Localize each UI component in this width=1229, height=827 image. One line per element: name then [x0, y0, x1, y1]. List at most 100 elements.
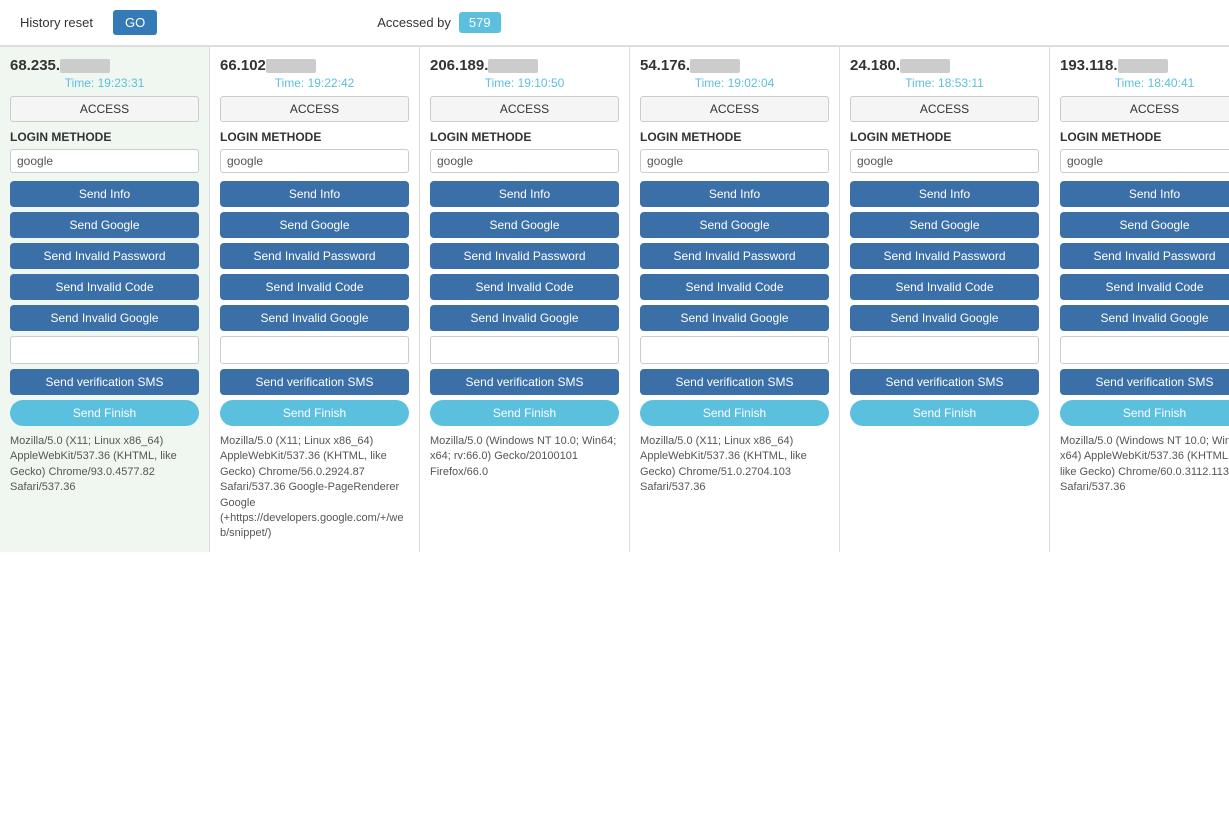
send-finish-button-1[interactable]: Send Finish — [220, 400, 409, 426]
user-agent-3: Mozilla/5.0 (X11; Linux x86_64) AppleWeb… — [640, 434, 829, 496]
user-agent-5: Mozilla/5.0 (Windows NT 10.0; Win64; x64… — [1060, 434, 1229, 496]
section-label-1: LOGIN METHODE — [220, 130, 409, 144]
column-1: 66.102 Time: 19:22:42 ACCESS LOGIN METHO… — [210, 47, 420, 552]
method-input-0[interactable] — [10, 149, 199, 173]
ip-address-5: 193.118. — [1060, 57, 1229, 74]
time-text-1: Time: 19:22:42 — [220, 76, 409, 90]
sms-input-1[interactable] — [220, 336, 409, 364]
send-invalid-code-button-1[interactable]: Send Invalid Code — [220, 274, 409, 300]
time-text-5: Time: 18:40:41 — [1060, 76, 1229, 90]
send-finish-button-4[interactable]: Send Finish — [850, 400, 1039, 426]
time-text-4: Time: 18:53:11 — [850, 76, 1039, 90]
send-finish-button-2[interactable]: Send Finish — [430, 400, 619, 426]
send-invalid-password-button-0[interactable]: Send Invalid Password — [10, 243, 199, 269]
send-invalid-google-button-5[interactable]: Send Invalid Google — [1060, 305, 1229, 331]
ip-address-3: 54.176. — [640, 57, 829, 74]
send-info-button-4[interactable]: Send Info — [850, 181, 1039, 207]
sms-input-2[interactable] — [430, 336, 619, 364]
send-finish-button-3[interactable]: Send Finish — [640, 400, 829, 426]
method-input-4[interactable] — [850, 149, 1039, 173]
method-input-2[interactable] — [430, 149, 619, 173]
access-button-1[interactable]: ACCESS — [220, 96, 409, 122]
column-4: 24.180. Time: 18:53:11 ACCESS LOGIN METH… — [840, 47, 1050, 552]
user-agent-1: Mozilla/5.0 (X11; Linux x86_64) AppleWeb… — [220, 434, 409, 542]
go-button[interactable]: GO — [113, 10, 157, 35]
send-invalid-code-button-0[interactable]: Send Invalid Code — [10, 274, 199, 300]
send-google-button-4[interactable]: Send Google — [850, 212, 1039, 238]
send-invalid-google-button-0[interactable]: Send Invalid Google — [10, 305, 199, 331]
send-invalid-google-button-2[interactable]: Send Invalid Google — [430, 305, 619, 331]
section-label-5: LOGIN METHODE — [1060, 130, 1229, 144]
send-invalid-password-button-5[interactable]: Send Invalid Password — [1060, 243, 1229, 269]
time-text-3: Time: 19:02:04 — [640, 76, 829, 90]
ip-address-1: 66.102 — [220, 57, 409, 74]
send-verification-sms-button-2[interactable]: Send verification SMS — [430, 369, 619, 395]
method-input-1[interactable] — [220, 149, 409, 173]
ip-address-2: 206.189. — [430, 57, 619, 74]
access-button-2[interactable]: ACCESS — [430, 96, 619, 122]
method-input-5[interactable] — [1060, 149, 1229, 173]
ip-blur-3 — [690, 59, 740, 73]
send-google-button-2[interactable]: Send Google — [430, 212, 619, 238]
history-reset-label: History reset — [20, 15, 93, 30]
top-bar: History reset GO Accessed by 579 — [0, 0, 1229, 46]
send-verification-sms-button-3[interactable]: Send verification SMS — [640, 369, 829, 395]
send-info-button-1[interactable]: Send Info — [220, 181, 409, 207]
send-invalid-code-button-5[interactable]: Send Invalid Code — [1060, 274, 1229, 300]
send-info-button-0[interactable]: Send Info — [10, 181, 199, 207]
send-invalid-code-button-4[interactable]: Send Invalid Code — [850, 274, 1039, 300]
column-3: 54.176. Time: 19:02:04 ACCESS LOGIN METH… — [630, 47, 840, 552]
send-invalid-password-button-3[interactable]: Send Invalid Password — [640, 243, 829, 269]
column-5: 193.118. Time: 18:40:41 ACCESS LOGIN MET… — [1050, 47, 1229, 552]
send-verification-sms-button-1[interactable]: Send verification SMS — [220, 369, 409, 395]
sms-input-3[interactable] — [640, 336, 829, 364]
send-finish-button-5[interactable]: Send Finish — [1060, 400, 1229, 426]
send-invalid-password-button-4[interactable]: Send Invalid Password — [850, 243, 1039, 269]
sms-input-5[interactable] — [1060, 336, 1229, 364]
send-google-button-3[interactable]: Send Google — [640, 212, 829, 238]
method-input-3[interactable] — [640, 149, 829, 173]
send-invalid-google-button-3[interactable]: Send Invalid Google — [640, 305, 829, 331]
send-google-button-5[interactable]: Send Google — [1060, 212, 1229, 238]
send-invalid-code-button-3[interactable]: Send Invalid Code — [640, 274, 829, 300]
access-button-0[interactable]: ACCESS — [10, 96, 199, 122]
section-label-4: LOGIN METHODE — [850, 130, 1039, 144]
send-invalid-password-button-1[interactable]: Send Invalid Password — [220, 243, 409, 269]
send-verification-sms-button-0[interactable]: Send verification SMS — [10, 369, 199, 395]
ip-blur-4 — [900, 59, 950, 73]
column-0: 68.235. Time: 19:23:31 ACCESS LOGIN METH… — [0, 47, 210, 552]
send-google-button-0[interactable]: Send Google — [10, 212, 199, 238]
send-info-button-5[interactable]: Send Info — [1060, 181, 1229, 207]
ip-blur-0 — [60, 59, 110, 73]
ip-blur-5 — [1118, 59, 1168, 73]
send-google-button-1[interactable]: Send Google — [220, 212, 409, 238]
ip-blur-1 — [266, 59, 316, 73]
section-label-0: LOGIN METHODE — [10, 130, 199, 144]
ip-address-4: 24.180. — [850, 57, 1039, 74]
send-invalid-google-button-4[interactable]: Send Invalid Google — [850, 305, 1039, 331]
sms-input-4[interactable] — [850, 336, 1039, 364]
send-verification-sms-button-4[interactable]: Send verification SMS — [850, 369, 1039, 395]
send-info-button-2[interactable]: Send Info — [430, 181, 619, 207]
sms-input-0[interactable] — [10, 336, 199, 364]
send-finish-button-0[interactable]: Send Finish — [10, 400, 199, 426]
send-invalid-code-button-2[interactable]: Send Invalid Code — [430, 274, 619, 300]
ip-blur-2 — [488, 59, 538, 73]
ip-address-0: 68.235. — [10, 57, 199, 74]
user-agent-0: Mozilla/5.0 (X11; Linux x86_64) AppleWeb… — [10, 434, 199, 496]
accessed-badge: 579 — [459, 12, 501, 33]
send-info-button-3[interactable]: Send Info — [640, 181, 829, 207]
access-button-5[interactable]: ACCESS — [1060, 96, 1229, 122]
accessed-by-label: Accessed by — [377, 15, 451, 30]
section-label-2: LOGIN METHODE — [430, 130, 619, 144]
access-button-3[interactable]: ACCESS — [640, 96, 829, 122]
section-label-3: LOGIN METHODE — [640, 130, 829, 144]
time-text-2: Time: 19:10:50 — [430, 76, 619, 90]
send-verification-sms-button-5[interactable]: Send verification SMS — [1060, 369, 1229, 395]
user-agent-2: Mozilla/5.0 (Windows NT 10.0; Win64; x64… — [430, 434, 619, 480]
column-2: 206.189. Time: 19:10:50 ACCESS LOGIN MET… — [420, 47, 630, 552]
send-invalid-google-button-1[interactable]: Send Invalid Google — [220, 305, 409, 331]
access-button-4[interactable]: ACCESS — [850, 96, 1039, 122]
send-invalid-password-button-2[interactable]: Send Invalid Password — [430, 243, 619, 269]
columns-container: 68.235. Time: 19:23:31 ACCESS LOGIN METH… — [0, 46, 1229, 552]
